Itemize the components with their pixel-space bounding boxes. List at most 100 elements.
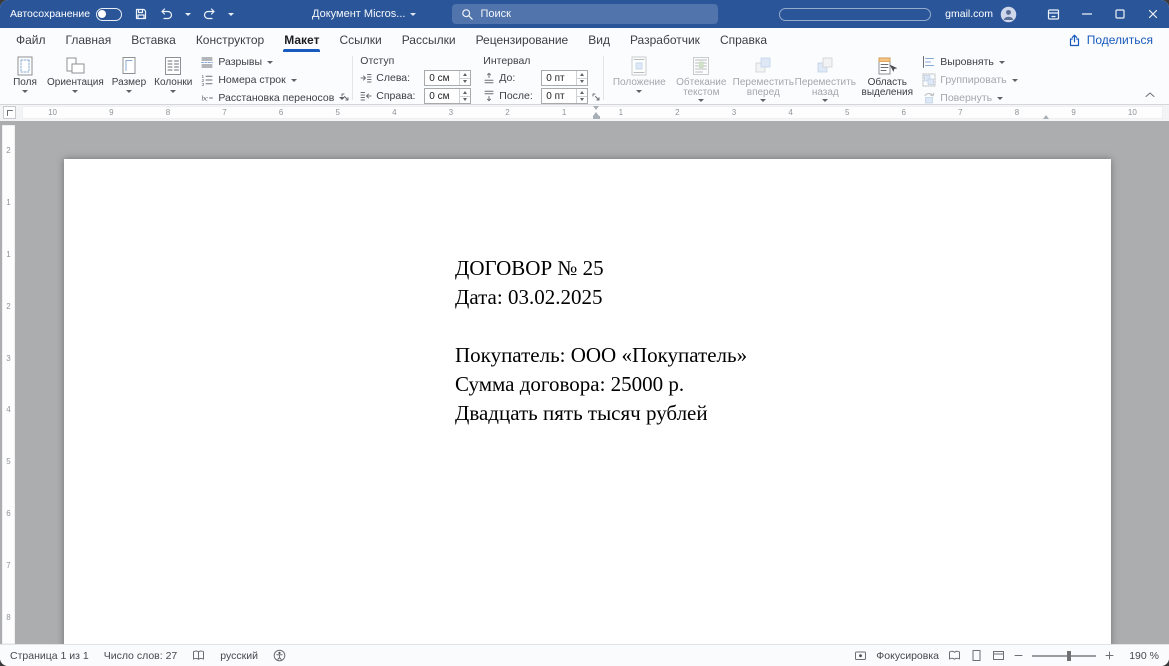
avatar[interactable] xyxy=(1000,6,1017,23)
page-setup-dialog-launcher[interactable] xyxy=(339,91,351,103)
document-page[interactable]: ДОГОВОР № 25Дата: 03.02.2025 Покупатель: … xyxy=(64,159,1111,644)
spin-down-icon[interactable] xyxy=(577,79,587,86)
word-count[interactable]: Число слов: 27 xyxy=(104,650,178,662)
selection-pane-button[interactable]: Область выделения xyxy=(857,54,917,106)
spin-up-icon[interactable] xyxy=(460,89,470,97)
paragraph-dialog-launcher[interactable] xyxy=(590,91,602,103)
close-button[interactable] xyxy=(1136,0,1169,28)
document-title[interactable]: Документ Micros... xyxy=(312,8,416,20)
tab-view[interactable]: Вид xyxy=(578,28,620,52)
group-objects-button[interactable]: Группировать xyxy=(922,72,1017,88)
document-text[interactable]: ДОГОВОР № 25Дата: 03.02.2025 Покупатель: … xyxy=(455,254,747,428)
hyphenation-button[interactable]: bc Расстановка переносов xyxy=(200,90,345,106)
tab-design[interactable]: Конструктор xyxy=(186,28,274,52)
tab-insert[interactable]: Вставка xyxy=(121,28,186,52)
minimize-button[interactable] xyxy=(1070,0,1103,28)
zoom-slider[interactable] xyxy=(1032,655,1096,657)
tab-file[interactable]: Файл xyxy=(6,28,56,52)
dropdown-chevron-icon xyxy=(760,99,766,102)
page-indicator[interactable]: Страница 1 из 1 xyxy=(10,650,89,662)
spacing-after-input[interactable]: 0 пт xyxy=(541,88,588,104)
document-line[interactable]: Дата: 03.02.2025 xyxy=(455,283,747,312)
autosave-control[interactable]: Автосохранение xyxy=(10,8,122,21)
redo-icon[interactable] xyxy=(202,7,217,21)
zoom-in-icon[interactable] xyxy=(1105,651,1114,660)
document-line[interactable]: Сумма договора: 25000 р. xyxy=(455,370,747,399)
document-line[interactable]: Покупатель: ООО «Покупатель» xyxy=(455,341,747,370)
save-icon[interactable] xyxy=(134,7,148,21)
left-indent-marker[interactable] xyxy=(593,116,600,119)
autosave-toggle[interactable] xyxy=(96,8,122,21)
page-size-icon xyxy=(118,55,140,76)
size-button[interactable]: Размер xyxy=(109,54,149,106)
spin-down-icon[interactable] xyxy=(460,79,470,86)
orientation-button[interactable]: Ориентация xyxy=(44,54,107,106)
spinner-arrows[interactable] xyxy=(459,71,470,85)
focus-button[interactable]: Фокусировка xyxy=(876,650,939,662)
ruler-number: 7 xyxy=(958,109,962,117)
share-label: Поделиться xyxy=(1087,33,1153,47)
columns-button[interactable]: Колонки xyxy=(151,54,195,106)
indent-right-input[interactable]: 0 см xyxy=(424,88,471,104)
ribbon-display-options-button[interactable] xyxy=(1037,0,1070,28)
ruler-number: 6 xyxy=(6,510,10,518)
rotate-button[interactable]: Повернуть xyxy=(922,90,1017,106)
tab-review[interactable]: Рецензирование xyxy=(466,28,579,52)
share-button[interactable]: Поделиться xyxy=(1068,33,1153,47)
zoom-slider-thumb[interactable] xyxy=(1067,651,1071,661)
document-line[interactable]: ДОГОВОР № 25 xyxy=(455,254,747,283)
accessibility-icon[interactable] xyxy=(273,649,286,662)
line-numbers-button[interactable]: 123 Номера строк xyxy=(200,72,345,88)
ruler-number: 9 xyxy=(109,109,113,117)
tab-stop-selector[interactable] xyxy=(3,106,16,119)
vertical-ruler[interactable]: 2112345678 xyxy=(2,125,15,644)
undo-dropdown-icon[interactable] xyxy=(185,13,191,16)
right-indent-marker[interactable] xyxy=(1043,115,1049,119)
breaks-button[interactable]: Разрывы xyxy=(200,54,345,70)
spin-up-icon[interactable] xyxy=(577,71,587,79)
ruler-number: 5 xyxy=(335,109,339,117)
group-objects-icon xyxy=(922,73,936,87)
web-layout-icon[interactable] xyxy=(992,649,1005,662)
tab-developer[interactable]: Разработчик xyxy=(620,28,710,52)
wrap-text-button[interactable]: Обтекание текстом xyxy=(671,54,731,106)
account-label[interactable]: gmail.com xyxy=(945,8,993,20)
spacing-before-input[interactable]: 0 пт xyxy=(541,70,588,86)
zoom-out-icon[interactable] xyxy=(1014,651,1023,660)
document-line[interactable]: Двадцать пять тысяч рублей xyxy=(455,399,747,428)
tab-mailings[interactable]: Рассылки xyxy=(392,28,466,52)
send-backward-button[interactable]: Переместить назад xyxy=(795,54,855,106)
zoom-level[interactable]: 190 % xyxy=(1123,650,1159,662)
spinner-arrows[interactable] xyxy=(576,89,587,103)
tab-layout[interactable]: Макет xyxy=(274,28,329,52)
bring-forward-button[interactable]: Переместить вперед xyxy=(733,54,793,106)
undo-icon[interactable] xyxy=(159,7,174,21)
collapse-ribbon-icon[interactable] xyxy=(1141,88,1159,101)
margins-button[interactable]: Поля xyxy=(8,54,42,106)
first-line-indent-marker[interactable] xyxy=(593,106,599,110)
spinner-arrows[interactable] xyxy=(459,89,470,103)
align-button[interactable]: Выровнять xyxy=(922,54,1017,70)
tab-help[interactable]: Справка xyxy=(710,28,777,52)
tab-references[interactable]: Ссылки xyxy=(329,28,391,52)
ruler-strip[interactable]: 10987654321 12345678910 xyxy=(22,106,1163,119)
spin-up-icon[interactable] xyxy=(577,89,587,97)
language-indicator[interactable]: русский xyxy=(220,650,258,662)
spinner-arrows[interactable] xyxy=(576,71,587,85)
search-box[interactable]: Поиск xyxy=(452,4,718,24)
print-layout-icon[interactable] xyxy=(970,649,983,662)
read-mode-icon[interactable] xyxy=(948,649,961,662)
horizontal-ruler[interactable]: 10987654321 12345678910 xyxy=(0,105,1169,121)
spin-down-icon[interactable] xyxy=(460,97,470,104)
position-button[interactable]: Положение xyxy=(609,54,669,106)
proofing-icon[interactable] xyxy=(192,649,205,662)
indent-left-input[interactable]: 0 см xyxy=(424,70,471,86)
maximize-button[interactable] xyxy=(1103,0,1136,28)
tab-home[interactable]: Главная xyxy=(56,28,122,52)
quick-access-chevron-icon[interactable] xyxy=(228,13,234,16)
ruler-number: 6 xyxy=(279,109,283,117)
spin-down-icon[interactable] xyxy=(577,97,587,104)
document-line[interactable] xyxy=(455,312,747,341)
group-separator xyxy=(352,56,353,100)
spin-up-icon[interactable] xyxy=(460,71,470,79)
